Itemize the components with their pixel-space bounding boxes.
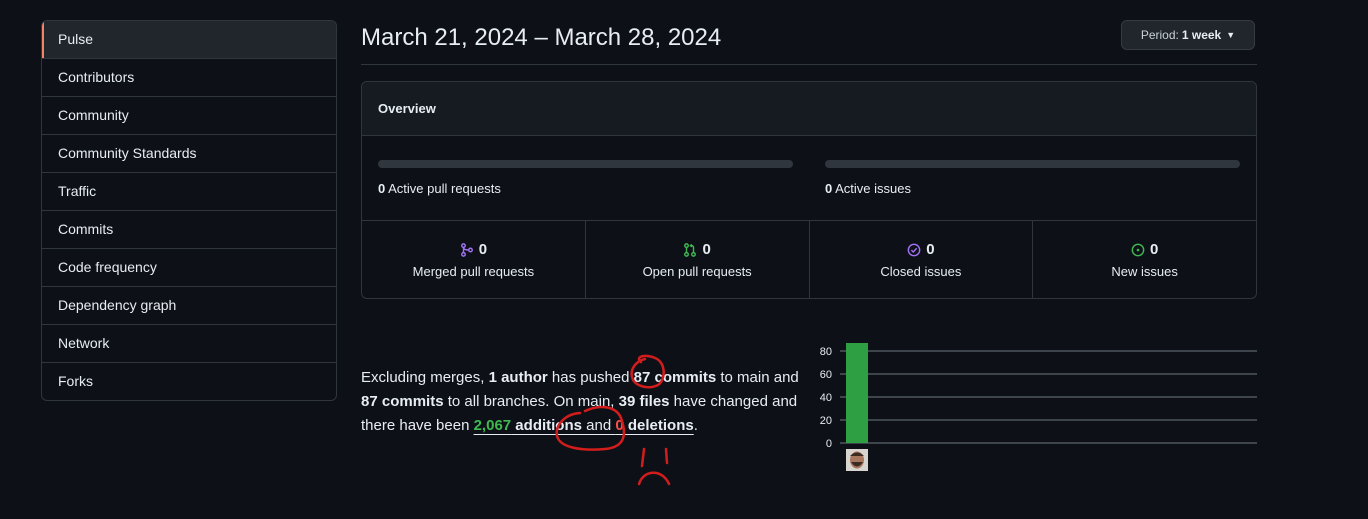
overview-panel: Overview 0 Active pull requests 0 Active… [361,81,1257,299]
stat-new-issues[interactable]: 0 New issues [1032,221,1256,298]
overview-title: Overview [362,82,1256,136]
authors-link[interactable]: 1 author [489,369,548,386]
annotation-sad-eye-right [664,447,669,465]
overview-bars: 0 Active pull requests 0 Active issues [362,136,1256,221]
merge-icon [460,242,473,257]
period-value: 1 week [1181,28,1222,42]
sidebar-item-pulse[interactable]: Pulse [42,21,336,58]
y-tick-label: 20 [820,415,832,427]
stat-closed-issues[interactable]: 0 Closed issues [808,221,1033,298]
contributor-avatar[interactable] [846,449,868,471]
issue-closed-icon [907,243,921,256]
files-changed: 39 files [618,393,670,410]
merged-prs-label: Merged pull requests [412,264,535,279]
open-prs-count: 0 [702,241,711,258]
sidebar-item-dependency-graph[interactable]: Dependency graph [42,286,336,324]
header-divider [361,64,1257,65]
active-prs-progress [378,160,793,168]
overview-stats: 0 Merged pull requests 0 Open pull reque… [362,221,1256,298]
sidebar-item-code-frequency[interactable]: Code frequency [42,248,336,286]
sidebar-item-network[interactable]: Network [42,324,336,362]
summary-text: to all branches. On main, [443,393,619,410]
sidebar-item-community[interactable]: Community [42,96,336,134]
closed-issues-count: 0 [926,241,935,258]
new-issues-count: 0 [1149,241,1159,258]
active-prs-block[interactable]: 0 Active pull requests [378,160,793,196]
active-prs-text: 0 Active pull requests [378,181,793,196]
active-issues-block[interactable]: 0 Active issues [825,160,1240,196]
y-tick-label: 80 [820,346,832,358]
period-label: Period: [1140,28,1179,42]
closed-issues-label: Closed issues [880,264,962,279]
commits-main-link[interactable]: 87 commits [634,369,717,386]
sidebar-item-forks[interactable]: Forks [42,362,336,400]
sidebar-item-community-standards[interactable]: Community Standards [42,134,336,172]
diff-stats-link[interactable]: 2,067 additions and 0 deletions [474,417,694,434]
period-dropdown-button[interactable]: Period: 1 week ▼ [1121,20,1255,50]
stat-open-prs[interactable]: 0 Open pull requests [584,221,809,298]
y-tick-label: 40 [820,392,832,404]
active-issues-progress [825,160,1240,168]
summary-text: . [693,417,698,434]
chart-bar[interactable] [846,343,868,443]
summary-text: and [581,417,616,434]
active-prs-label: Active pull requests [388,181,501,196]
new-issues-label: New issues [1111,264,1178,279]
annotation-sad-mouth [637,471,671,486]
summary-text: Excluding merges, [361,369,489,386]
date-range-title: March 21, 2024 – March 28, 2024 [361,24,722,51]
sidebar-item-contributors[interactable]: Contributors [42,58,336,96]
caret-down-icon: ▼ [1226,30,1236,40]
commit-summary: Excluding merges, 1 author has pushed 87… [361,366,811,438]
summary-text: to main and [716,369,799,386]
sidebar-item-traffic[interactable]: Traffic [42,172,336,210]
deletions-count: 0 [615,417,624,434]
y-tick-label: 60 [820,369,832,381]
additions-count: 2,067 [473,417,512,434]
active-issues-text: 0 Active issues [825,181,1240,196]
open-prs-label: Open pull requests [642,264,752,279]
stat-merged-prs[interactable]: 0 Merged pull requests [362,221,585,298]
contributor-commits-chart: 80 60 40 20 0 [820,343,1257,471]
merged-prs-count: 0 [478,241,488,258]
active-issues-label: Active issues [835,181,912,196]
active-issues-count: 0 [825,181,833,196]
annotation-sad-eye-left [640,447,646,468]
deletions-label: deletions [623,417,694,434]
pull-request-icon [684,242,697,257]
issue-opened-icon [1131,243,1145,256]
summary-text: has pushed [547,369,634,386]
commits-all-link[interactable]: 87 commits [361,393,444,410]
active-prs-count: 0 [378,181,386,196]
additions-label: additions [511,417,582,434]
y-tick-label: 0 [826,438,832,450]
insights-sidebar: Pulse Contributors Community Community Stan… [41,20,337,401]
sidebar-item-commits[interactable]: Commits [42,210,336,248]
